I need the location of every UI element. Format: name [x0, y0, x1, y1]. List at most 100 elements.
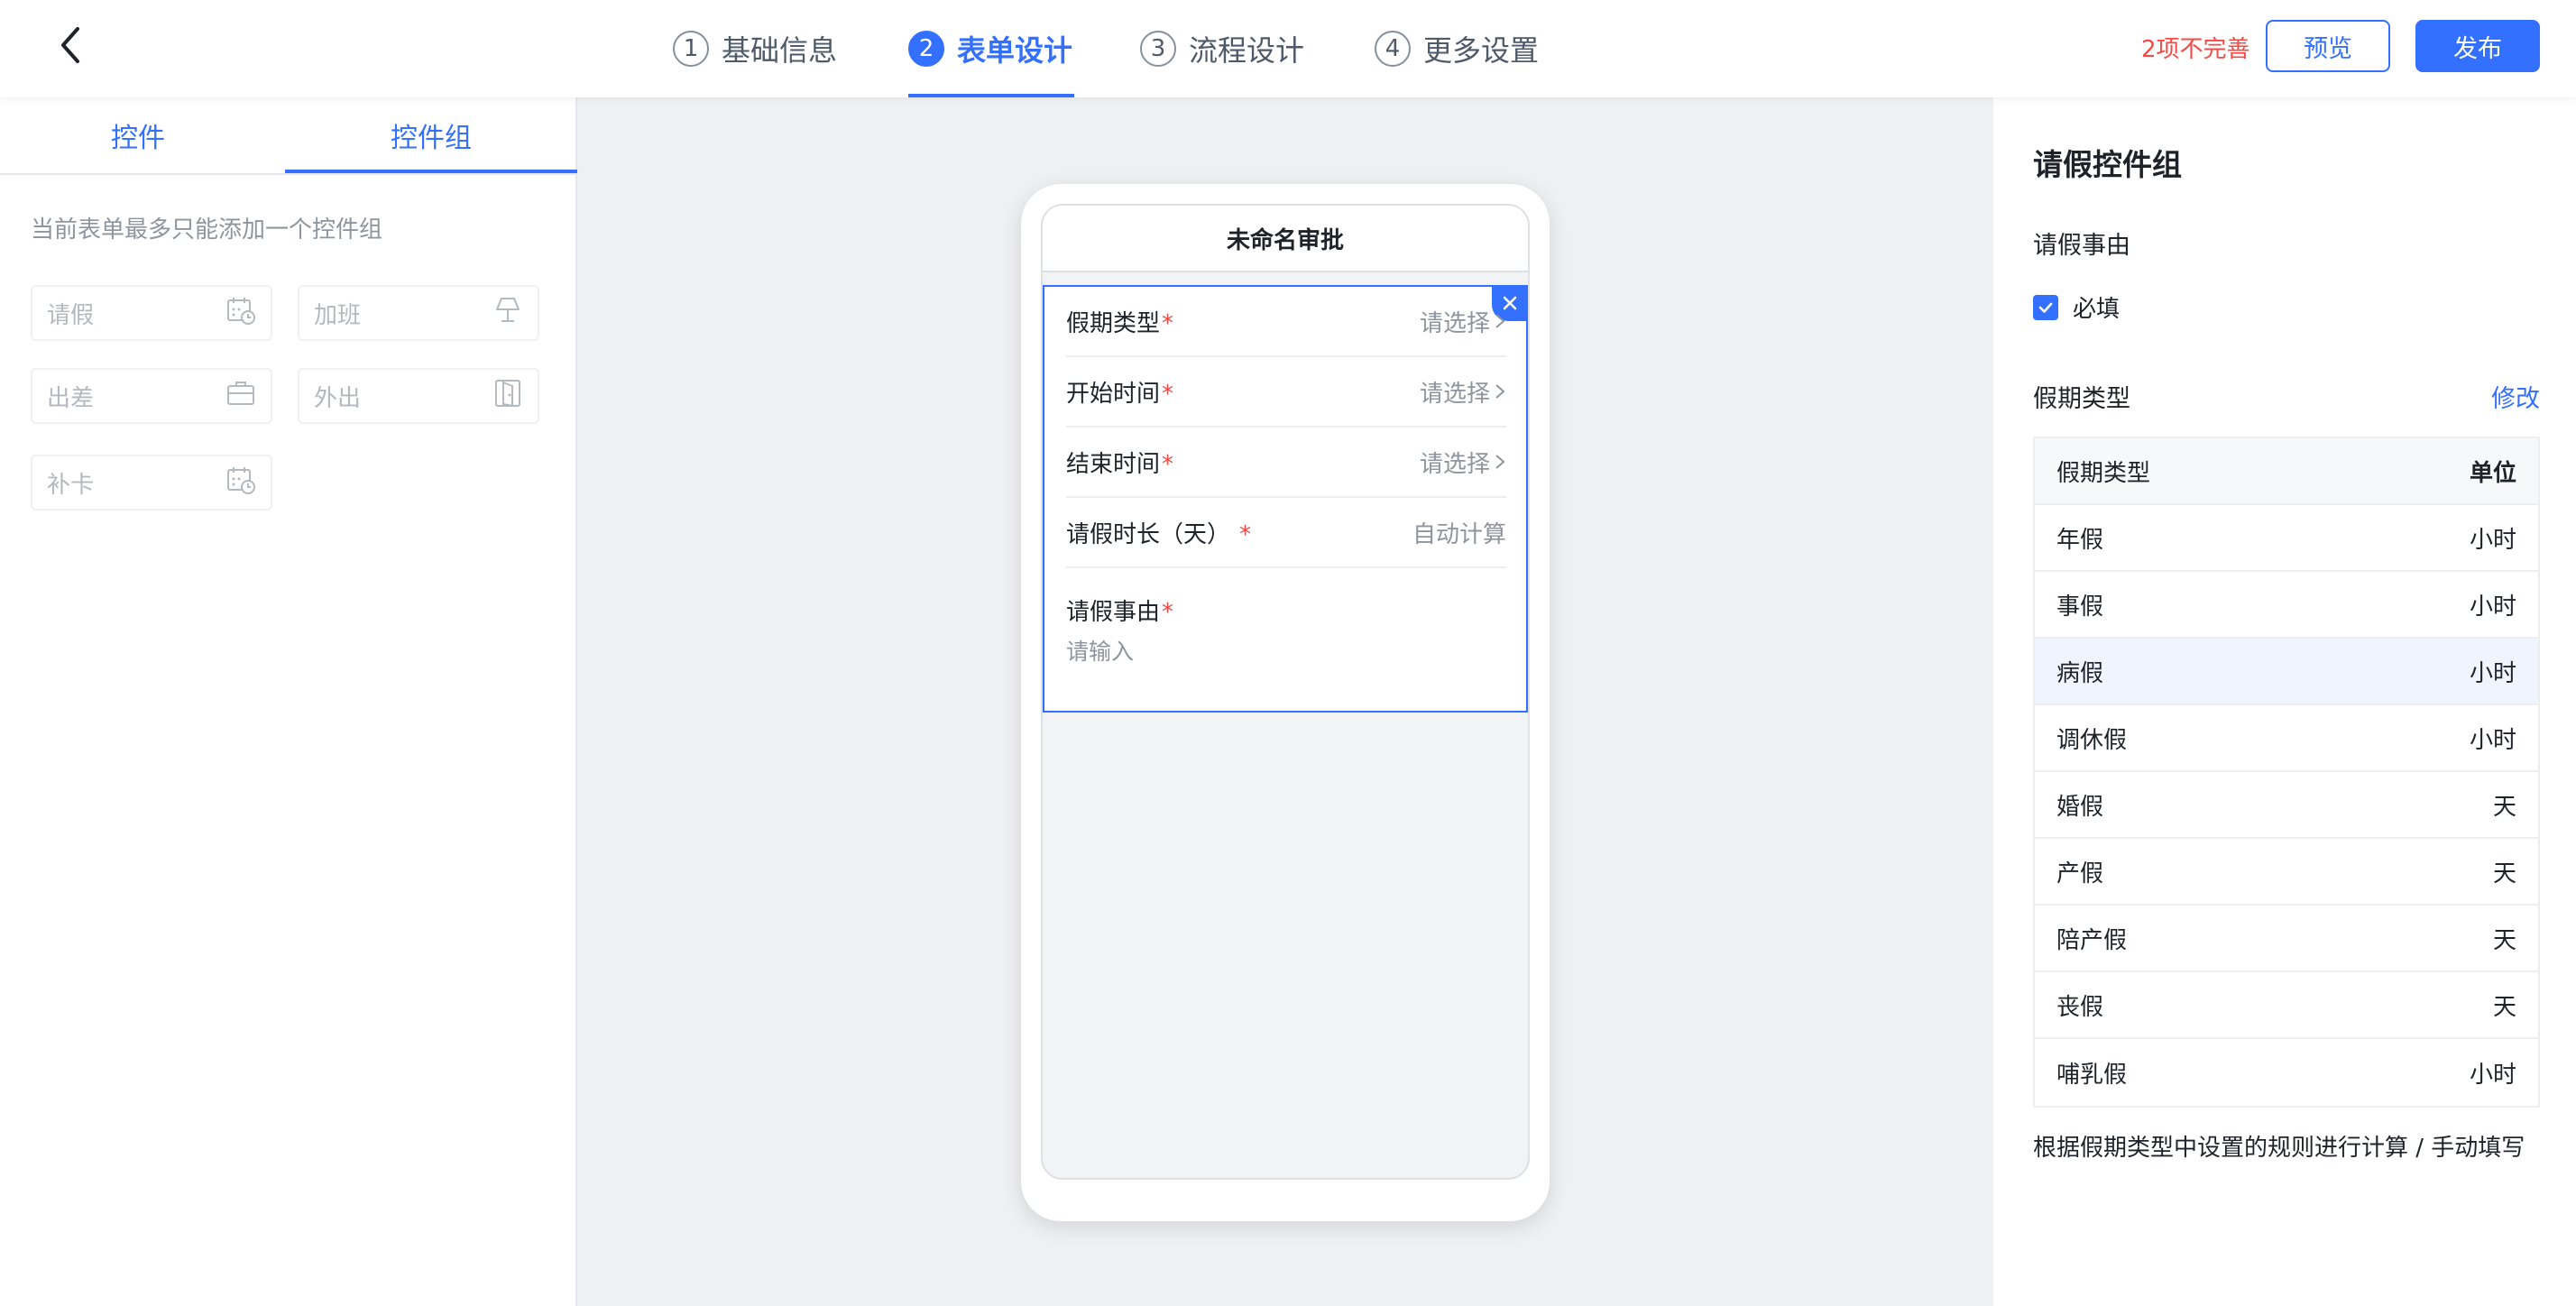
table-row: 调休假 小时 [2035, 705, 2538, 772]
leave-control-group[interactable]: 假期类型* 请选择 开始时间* 请选择 结束时间* 请选择 请假时长（天） * 自… [1043, 285, 1528, 713]
required-checkbox[interactable]: 必填 [2033, 290, 2120, 324]
table-row: 哺乳假 小时 [2035, 1039, 2538, 1106]
group-card-label: 加班 [314, 301, 362, 329]
cell-type: 病假 [2056, 659, 2104, 687]
phone-frame: 未命名审批 假期类型* 请选择 开始时间* 请选择 结束时间* 请选择 请假时长… [1021, 184, 1550, 1221]
group-card-label: 补卡 [47, 471, 95, 499]
form-canvas: 未命名审批 假期类型* 请选择 开始时间* 请选择 结束时间* 请选择 请假时长… [577, 97, 1993, 1306]
calculation-note: 根据假期类型中设置的规则进行计算 / 手动填写 [2033, 1135, 2525, 1162]
table-row: 事假 小时 [2035, 572, 2538, 639]
field-label-text: 结束时间 [1066, 450, 1161, 478]
field-leave-reason[interactable]: 请假事由* 请输入 [1066, 593, 1506, 667]
cell-type: 哺乳假 [2056, 1061, 2128, 1089]
cell-type: 调休假 [2056, 726, 2128, 754]
field-leave-duration[interactable]: 请假时长（天） * 自动计算 [1066, 498, 1506, 568]
form-title: 未命名审批 [1043, 206, 1528, 272]
cell-unit: 小时 [2469, 726, 2516, 754]
modify-link[interactable]: 修改 [2491, 379, 2540, 414]
required-mark: * [1239, 520, 1252, 548]
table-row: 丧假 天 [2035, 972, 2538, 1039]
step-more-settings[interactable]: 4 更多设置 [1375, 23, 1539, 74]
field-label: 开始时间* [1066, 375, 1173, 409]
field-value: 请选择 [1420, 305, 1506, 338]
group-card-label: 出差 [47, 384, 95, 412]
field-label: 结束时间* [1066, 446, 1173, 479]
field-value: 自动计算 [1412, 520, 1506, 548]
publish-button[interactable]: 发布 [2415, 20, 2540, 72]
panel-title: 请假控件组 [2033, 147, 2182, 182]
group-card-label: 外出 [314, 384, 362, 412]
briefcase-icon [225, 378, 256, 415]
cell-unit: 小时 [2469, 593, 2516, 621]
properties-panel: 请假控件组 请假事由 必填 假期类型 修改 假期类型 单位 年假 小时 事假 小时 … [1993, 97, 2576, 1306]
field-label: 请假事由* [1066, 593, 1506, 627]
required-mark: * [1162, 599, 1174, 626]
lamp-icon [492, 295, 523, 332]
left-panel: 控件 控件组 当前表单最多只能添加一个控件组 请假 加班 出差 外出 补卡 [0, 97, 577, 1306]
back-icon[interactable] [47, 20, 97, 70]
table-row: 陪产假 天 [2035, 906, 2538, 972]
cell-unit: 小时 [2469, 526, 2516, 554]
table-row: 婚假 天 [2035, 772, 2538, 839]
door-icon [492, 378, 523, 415]
calendar-clock-icon [225, 464, 256, 501]
step-flow-design[interactable]: 3 流程设计 [1140, 23, 1304, 74]
group-card-going-out[interactable]: 外出 [298, 368, 539, 424]
control-group-hint: 当前表单最多只能添加一个控件组 [31, 216, 383, 244]
step-number: 1 [673, 31, 709, 67]
group-card-label: 请假 [47, 301, 95, 329]
step-number: 4 [1375, 31, 1411, 67]
step-form-design[interactable]: 2 表单设计 [908, 23, 1072, 74]
field-placeholder: 请选择 [1419, 380, 1490, 408]
required-mark: * [1162, 309, 1174, 337]
cell-unit: 小时 [2469, 1061, 2516, 1089]
calendar-clock-icon [225, 295, 256, 332]
tab-control-groups[interactable]: 控件组 [285, 97, 577, 173]
preview-button[interactable]: 预览 [2266, 20, 2390, 72]
step-number: 3 [1140, 31, 1176, 67]
field-value: 请选择 [1420, 375, 1506, 409]
reason-placeholder: 请输入 [1066, 639, 1135, 665]
leave-type-label: 假期类型 [2033, 385, 2130, 413]
column-header-type: 假期类型 [2056, 459, 2151, 487]
table-header: 假期类型 单位 [2035, 438, 2538, 505]
column-header-unit: 单位 [2469, 459, 2516, 487]
cell-type: 产假 [2056, 860, 2104, 888]
required-label: 必填 [2073, 296, 2121, 323]
tab-divider [0, 173, 577, 175]
step-label: 更多设置 [1423, 33, 1540, 68]
panel-subtitle: 请假事由 [2033, 232, 2130, 260]
cell-unit: 天 [2492, 860, 2516, 888]
required-mark: * [1162, 450, 1174, 478]
phone-screen: 未命名审批 假期类型* 请选择 开始时间* 请选择 结束时间* 请选择 请假时长… [1041, 204, 1530, 1180]
field-label-text: 请假事由 [1066, 599, 1161, 626]
step-label: 表单设计 [957, 33, 1073, 68]
field-end-time[interactable]: 结束时间* 请选择 [1066, 428, 1506, 498]
cell-unit: 小时 [2469, 659, 2516, 687]
step-label: 流程设计 [1189, 33, 1305, 68]
cell-type: 陪产假 [2056, 926, 2128, 954]
field-label: 请假时长（天） * [1066, 516, 1251, 549]
cell-type: 事假 [2056, 593, 2104, 621]
incomplete-warning[interactable]: 2项不完善 [2141, 31, 2250, 64]
field-label-text: 请假时长（天） [1066, 520, 1231, 548]
field-label: 假期类型* [1066, 305, 1173, 338]
group-card-clock-in-fix[interactable]: 补卡 [31, 455, 272, 510]
group-card-business-trip[interactable]: 出差 [31, 368, 272, 424]
cell-type: 婚假 [2056, 793, 2104, 821]
field-label-text: 假期类型 [1066, 309, 1161, 337]
cell-type: 丧假 [2056, 993, 2104, 1021]
field-placeholder: 请选择 [1419, 309, 1490, 337]
step-basic-info[interactable]: 1 基础信息 [673, 23, 837, 74]
step-label: 基础信息 [722, 33, 838, 68]
tab-controls[interactable]: 控件 [0, 97, 276, 173]
field-leave-type[interactable]: 假期类型* 请选择 [1066, 287, 1506, 357]
table-row: 年假 小时 [2035, 505, 2538, 572]
step-number: 2 [908, 31, 944, 67]
group-card-leave[interactable]: 请假 [31, 285, 272, 341]
group-card-overtime[interactable]: 加班 [298, 285, 539, 341]
chevron-right-icon [1495, 455, 1505, 469]
chevron-right-icon [1495, 384, 1505, 399]
table-row: 病假 小时 [2035, 639, 2538, 705]
field-start-time[interactable]: 开始时间* 请选择 [1066, 357, 1506, 428]
